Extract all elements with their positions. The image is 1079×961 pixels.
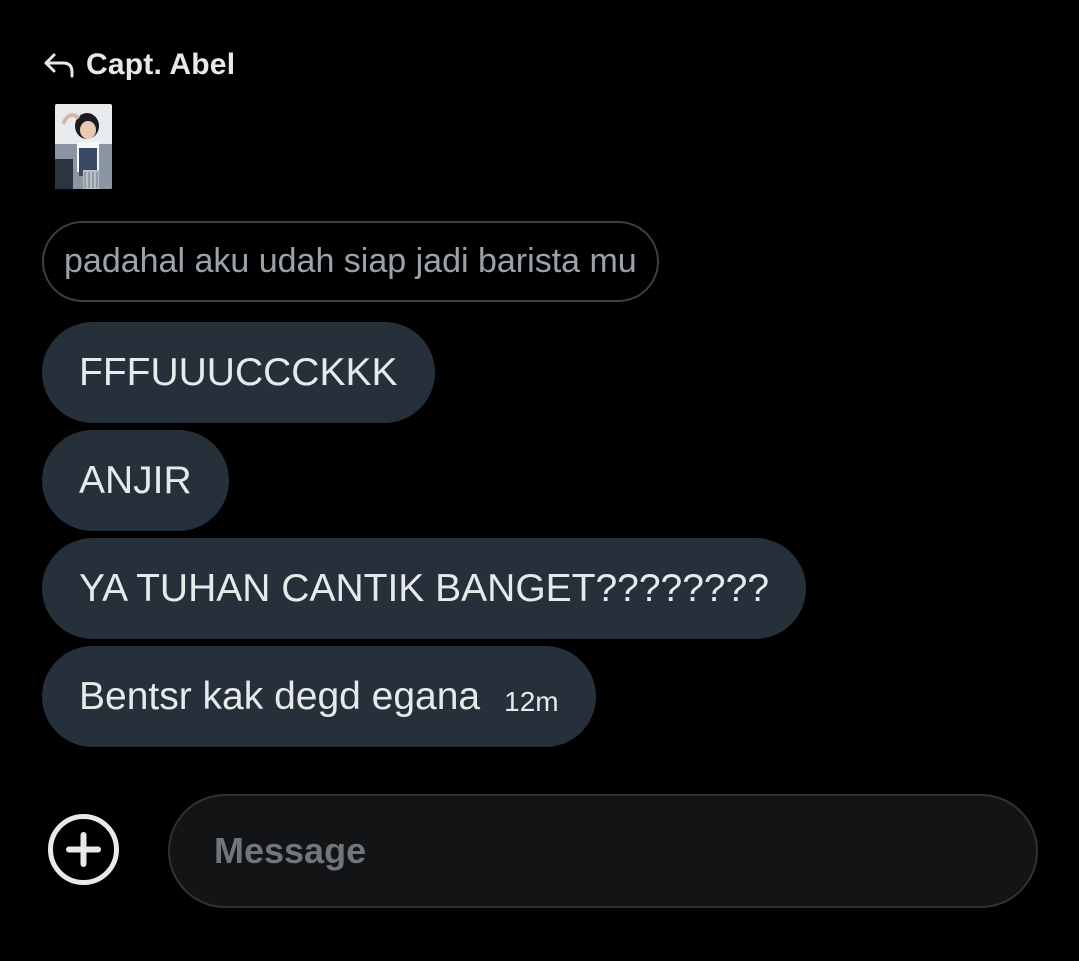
reply-arrow-icon (42, 50, 76, 80)
reply-context-header: Capt. Abel (42, 44, 235, 86)
message-text: YA TUHAN CANTIK BANGET???????? (79, 566, 770, 610)
message-bubble[interactable]: ANJIR (42, 430, 229, 531)
quoted-image-thumbnail[interactable] (55, 104, 112, 189)
message-composer (0, 792, 1079, 910)
message-bubble[interactable]: Bentsr kak degd egana 12m (42, 646, 596, 747)
message-input[interactable] (212, 829, 1036, 873)
message-input-container[interactable] (168, 794, 1038, 908)
quoted-message-text: padahal aku udah siap jadi barista mu (64, 242, 637, 280)
message-text: FFFUUUCCCKKK (79, 350, 398, 394)
add-attachment-button[interactable] (47, 813, 120, 891)
plus-circle-icon (47, 813, 120, 891)
message-text: ANJIR (79, 458, 192, 502)
message-bubble[interactable]: FFFUUUCCCKKK (42, 322, 435, 423)
message-bubble[interactable]: YA TUHAN CANTIK BANGET???????? (42, 538, 807, 639)
reply-recipient-name: Capt. Abel (86, 48, 236, 81)
message-text: Bentsr kak degd egana (79, 674, 481, 718)
message-timestamp: 12m (504, 685, 559, 717)
quoted-message[interactable]: padahal aku udah siap jadi barista mu (42, 221, 659, 302)
